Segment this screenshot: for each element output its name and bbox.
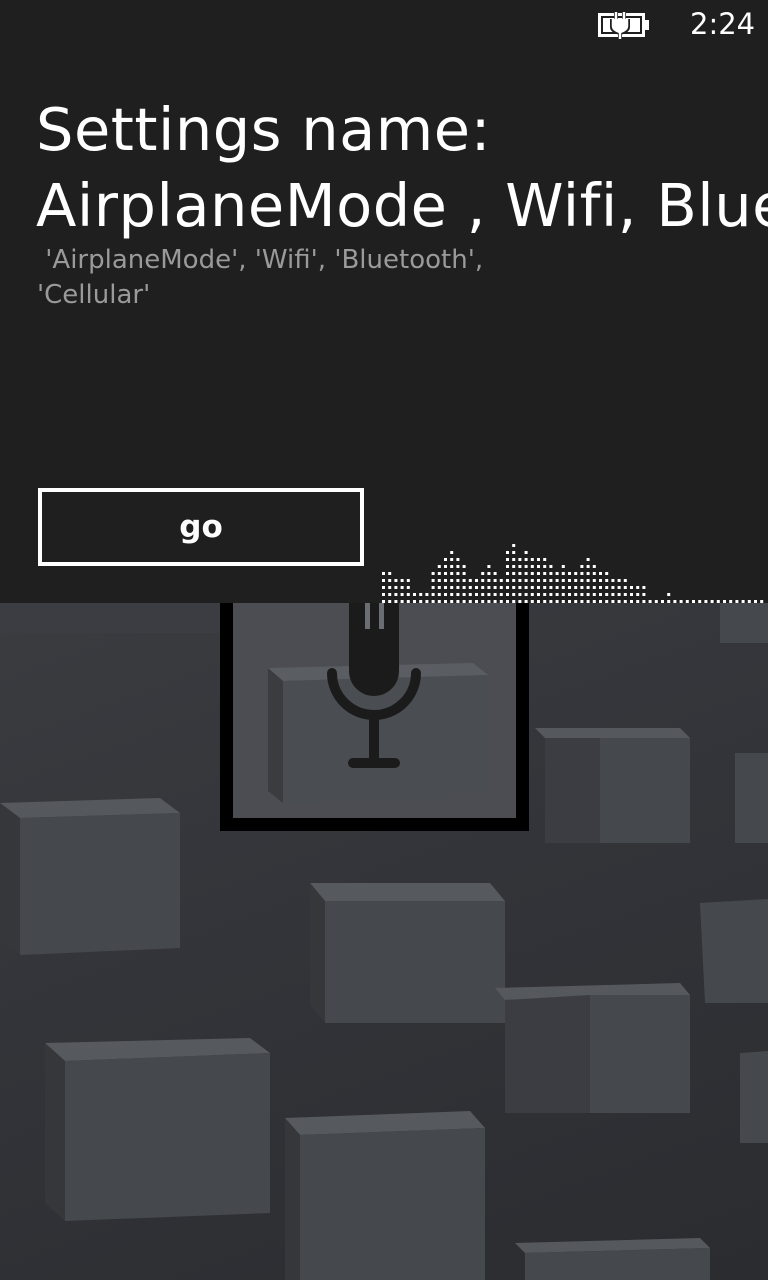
example-phrases: 'AirplaneMode', 'Wifi', 'Bluetooth', 'Ce… xyxy=(37,245,484,310)
status-bar: 2:24 xyxy=(0,0,768,50)
page-title: Settings name: AirplaneMode , Wifi, Blue xyxy=(36,95,768,240)
audio-level-meter xyxy=(382,544,764,603)
microphone-icon[interactable] xyxy=(322,603,426,771)
go-button[interactable]: go xyxy=(38,488,364,566)
battery-charging-icon xyxy=(598,12,649,39)
go-button-label: go xyxy=(179,509,223,545)
clock: 2:24 xyxy=(690,7,756,41)
speech-prompt-panel: 2:24 Settings name: AirplaneMode , Wifi,… xyxy=(0,0,768,603)
